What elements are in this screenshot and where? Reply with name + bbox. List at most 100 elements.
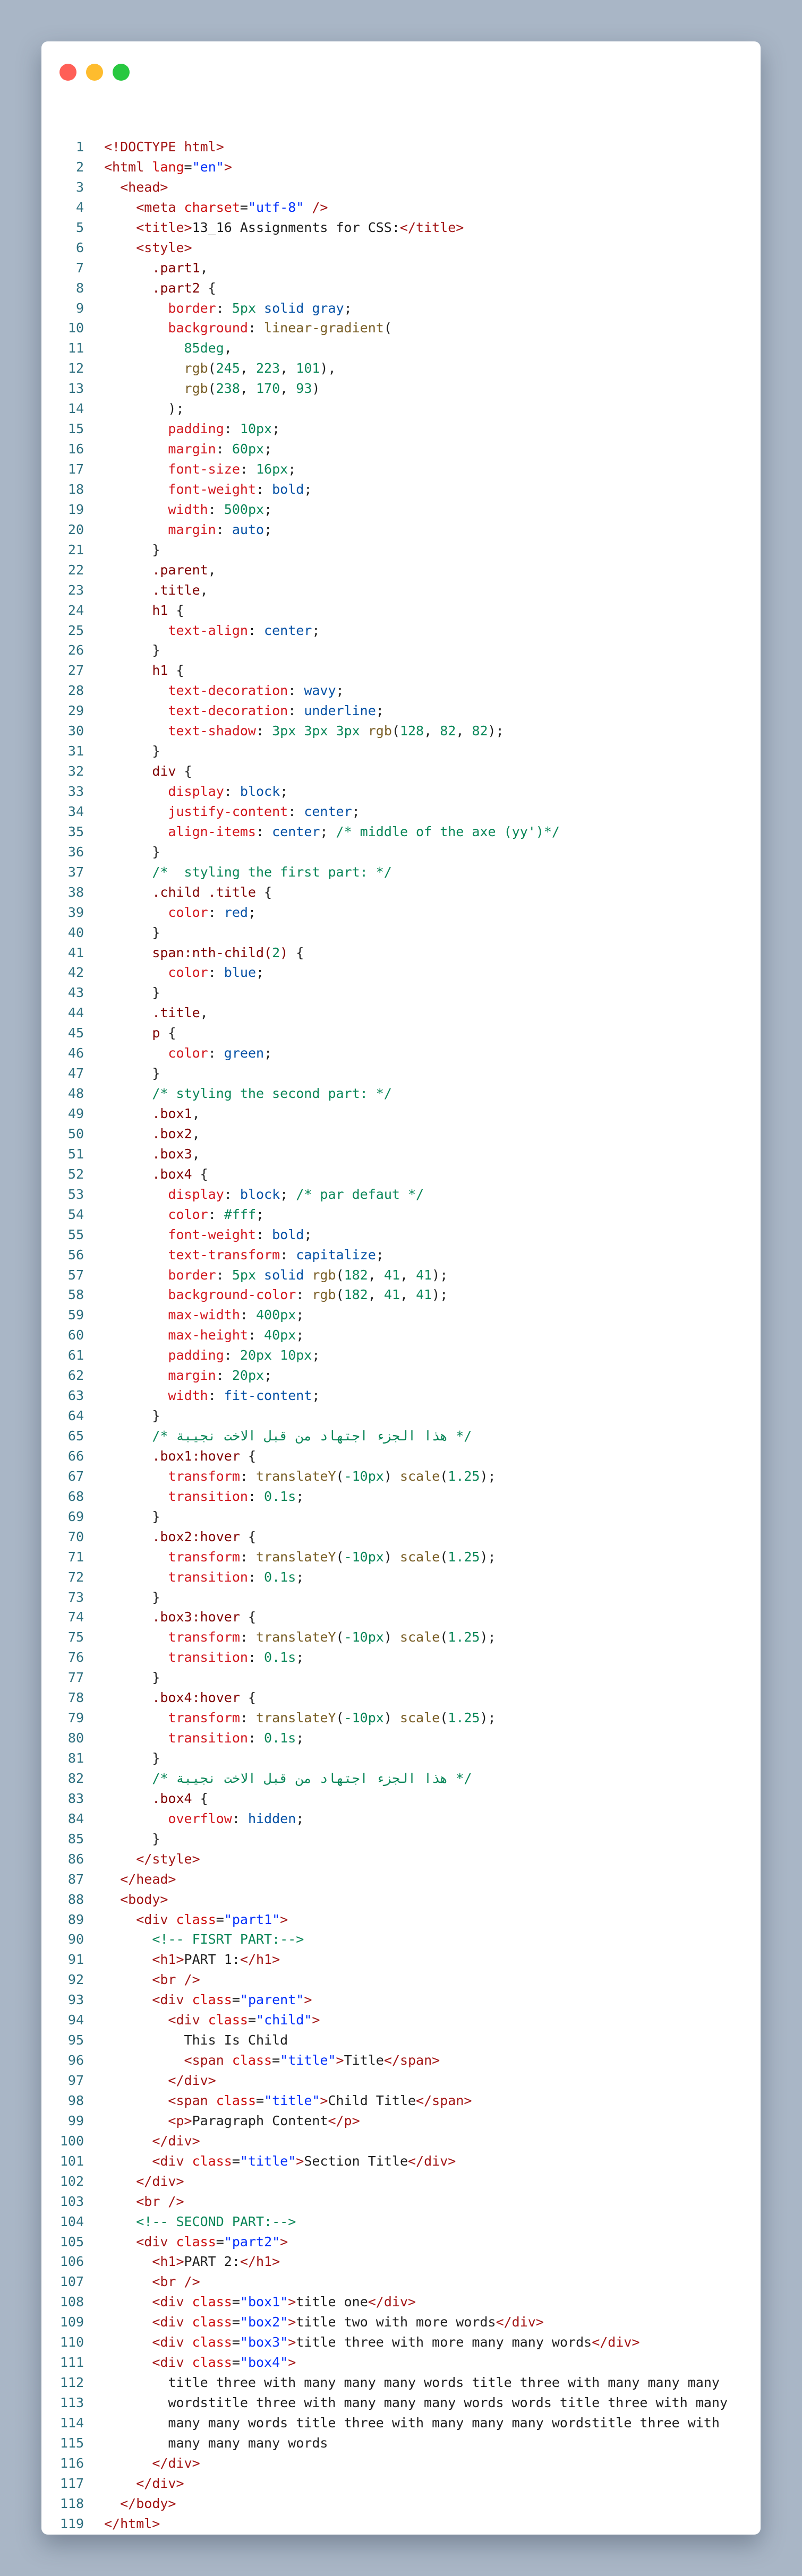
code-token: ( (440, 1468, 448, 1484)
line-content: font-weight: bold; (84, 1225, 312, 1245)
line-content: ); (84, 399, 184, 419)
code-token: blue (224, 965, 257, 981)
code-line: 106 <h1>PART 2:</h1> (41, 2252, 761, 2272)
line-number: 4 (75, 199, 84, 215)
code-token: -10px (344, 1629, 384, 1645)
line-number: 60 (67, 1327, 84, 1343)
line-number: 67 (67, 1468, 84, 1484)
line-content: .title, (84, 580, 208, 600)
code-line: 111 <div class="box4"> (41, 2352, 761, 2373)
line-number: 56 (67, 1247, 84, 1263)
line-number: 102 (59, 2173, 84, 2189)
code-token: , (280, 381, 296, 397)
code-token: class (192, 2334, 232, 2350)
code-token: : (280, 1247, 296, 1263)
line-content: color: green; (84, 1043, 272, 1063)
code-line: 61 padding: 20px 10px; (41, 1345, 761, 1366)
code-token: .box3 (152, 1146, 192, 1162)
line-number: 98 (67, 2092, 84, 2108)
code-line: 13 rgb(238, 170, 93) (41, 379, 761, 399)
line-number: 31 (67, 743, 84, 759)
code-token: ( (336, 1629, 344, 1645)
code-line: 53 display: block; /* par defaut */ (41, 1184, 761, 1205)
code-token: </div> (592, 2334, 640, 2350)
line-content: <!-- FISRT PART:--> (84, 1929, 304, 1950)
code-token: /* هذا الجزء اجتهاد من قبل الاخت نجيبة *… (152, 1770, 472, 1786)
line-number: 65 (67, 1428, 84, 1444)
close-window-icon[interactable] (59, 64, 76, 81)
code-line: 91 <h1>PART 1:</h1> (41, 1950, 761, 1970)
code-token: <br /> (152, 2274, 200, 2290)
line-content: .box4:hover { (84, 1688, 256, 1708)
code-token: class (176, 1911, 216, 1927)
code-editor: 1 <!DOCTYPE html> 2 <html lang="en"> 3 <head… (41, 137, 761, 2535)
code-token: } (152, 1750, 160, 1766)
line-number: 69 (67, 1508, 84, 1524)
line-number: 96 (67, 2053, 84, 2068)
line-number: 83 (67, 1790, 84, 1806)
code-line: 42 color: blue; (41, 963, 761, 983)
code-token: "title" (280, 2053, 336, 2068)
code-line: 87 </head> (41, 1869, 761, 1890)
code-line: 46 color: green; (41, 1043, 761, 1063)
code-token: .box3:hover (152, 1609, 240, 1625)
line-number: 95 (67, 2032, 84, 2048)
code-token: > (336, 2053, 344, 2068)
line-number: 2 (75, 159, 84, 175)
code-token: : (216, 1368, 232, 1384)
code-token: : (256, 723, 272, 739)
code-line: 8 .part2 { (41, 278, 761, 298)
line-number: 28 (67, 683, 84, 699)
line-number: 32 (67, 763, 84, 779)
code-token: { (255, 884, 272, 900)
code-token: { (240, 1609, 256, 1625)
code-token: <h1> (152, 2254, 184, 2270)
code-token: ( (440, 1549, 448, 1565)
zoom-window-icon[interactable] (113, 64, 130, 81)
code-token: 82 (472, 723, 488, 739)
code-line: 3 <head> (41, 177, 761, 198)
code-token: 170 (256, 381, 280, 397)
code-token: "title" (240, 2153, 296, 2169)
code-line: 15 padding: 10px; (41, 419, 761, 439)
code-line: 39 color: red; (41, 903, 761, 923)
code-token: </div> (152, 2133, 200, 2149)
code-line: 77 } (41, 1668, 761, 1688)
code-token: 182 (344, 1267, 368, 1283)
line-content: width: 500px; (84, 500, 272, 520)
code-line: 48 /* styling the second part: */ (41, 1084, 761, 1104)
line-content: } (84, 842, 160, 862)
line-number: 37 (67, 864, 84, 880)
code-line: 1 <!DOCTYPE html> (41, 137, 761, 157)
code-line: 12 rgb(245, 223, 101), (41, 358, 761, 379)
code-token: , (200, 582, 208, 598)
minimize-window-icon[interactable] (86, 64, 103, 81)
code-token: <!-- SECOND PART:--> (136, 2213, 296, 2229)
code-token: = (232, 2153, 240, 2169)
line-content: <div class="child"> (84, 2010, 320, 2030)
line-number: 25 (67, 622, 84, 638)
code-token: > (288, 2355, 296, 2371)
line-number: 118 (59, 2495, 84, 2511)
code-line: 34 justify-content: center; (41, 802, 761, 822)
code-token: scale (399, 1629, 440, 1645)
code-token: : (216, 1267, 232, 1283)
code-token: color (168, 965, 208, 981)
code-token: } (152, 542, 160, 557)
code-token: <head> (120, 179, 168, 195)
line-number: 52 (67, 1166, 84, 1182)
code-token: ); (480, 1629, 496, 1645)
